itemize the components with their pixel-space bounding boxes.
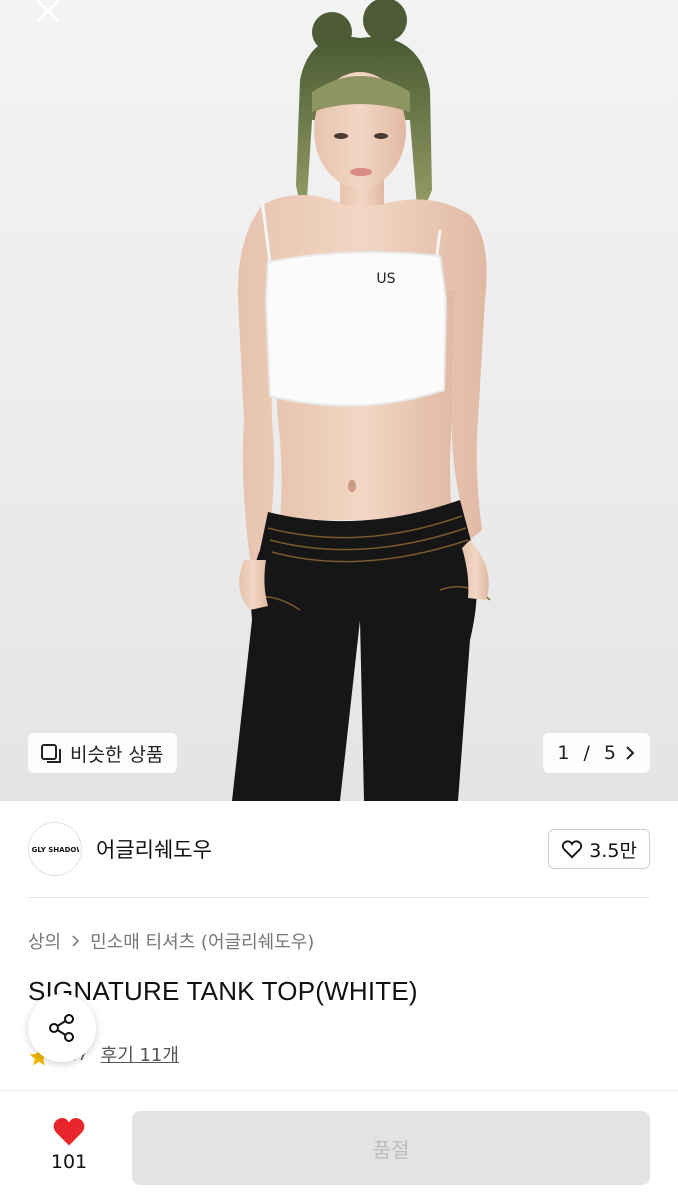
similar-products-label: 비슷한 상품 bbox=[70, 743, 164, 766]
sold-out-button[interactable]: 품절 bbox=[132, 1111, 650, 1185]
product-title: SIGNATURE TANK TOP(WHITE) bbox=[28, 976, 418, 1006]
brand-like-button[interactable]: 3.5만 bbox=[548, 829, 650, 869]
page-total: 5 bbox=[603, 742, 616, 764]
wishlist-button[interactable]: 101 bbox=[38, 1115, 100, 1173]
heart-filled-icon bbox=[53, 1118, 85, 1146]
similar-products-button[interactable]: 비슷한 상품 bbox=[28, 733, 178, 773]
product-photo: US bbox=[232, 0, 491, 801]
brand-logo-text: UGLY SHADOW bbox=[31, 846, 79, 854]
chevron-right-icon bbox=[72, 935, 80, 947]
share-icon bbox=[49, 1014, 74, 1042]
top-logo-text: US bbox=[376, 271, 395, 287]
brand-like-count: 3.5만 bbox=[589, 839, 637, 862]
brand-name[interactable]: 어글리쉐도우 bbox=[96, 834, 548, 864]
reviews-link[interactable]: 후기 11개 bbox=[101, 1041, 179, 1067]
chevron-right-icon bbox=[626, 746, 635, 760]
close-icon bbox=[35, 0, 61, 24]
image-page-indicator[interactable]: 1 / 5 bbox=[543, 733, 650, 773]
page-current: 1 bbox=[557, 742, 570, 764]
similar-items-icon bbox=[41, 744, 61, 763]
heart-outline-icon bbox=[562, 840, 583, 859]
wishlist-count: 101 bbox=[50, 1151, 88, 1173]
brand-logo[interactable]: UGLY SHADOW bbox=[28, 822, 82, 876]
breadcrumb: 상의 민소매 티셔츠 (어글리쉐도우) bbox=[28, 928, 314, 954]
close-button[interactable] bbox=[28, 0, 68, 28]
bottom-action-bar: 101 품절 bbox=[0, 1091, 678, 1200]
divider bbox=[28, 897, 650, 898]
brand-row: UGLY SHADOW 어글리쉐도우 3.5만 bbox=[0, 801, 678, 897]
share-button[interactable] bbox=[28, 994, 96, 1062]
page-separator: / bbox=[577, 742, 596, 764]
product-image-carousel[interactable]: US 비슷한 상품 1 / 5 bbox=[0, 0, 678, 801]
brand-logo-mark: UGLY SHADOW bbox=[31, 846, 79, 854]
breadcrumb-subcategory[interactable]: 민소매 티셔츠 (어글리쉐도우) bbox=[90, 928, 314, 954]
breadcrumb-category[interactable]: 상의 bbox=[28, 928, 61, 954]
